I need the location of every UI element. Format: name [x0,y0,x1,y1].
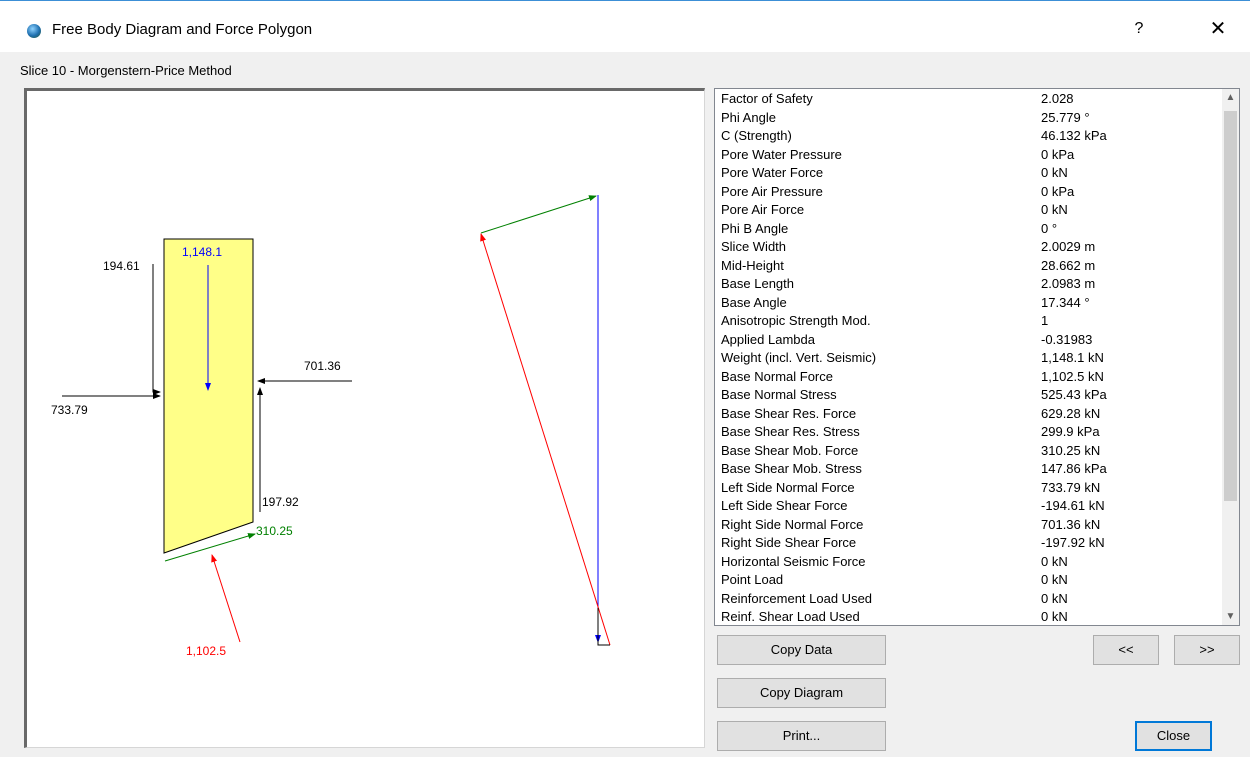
property-value: 0 kN [1041,202,1068,217]
property-label: C (Strength) [721,128,792,143]
property-value: 0 kN [1041,572,1068,587]
property-label: Anisotropic Strength Mod. [721,313,871,328]
window-title: Free Body Diagram and Force Polygon [52,21,313,38]
close-button[interactable]: Close [1135,721,1212,751]
property-label: Pore Air Force [721,202,805,217]
app-globe-icon [27,24,41,38]
property-value: 0 kN [1041,553,1068,569]
property-value: 310.25 kN [1041,442,1101,458]
property-label: Base Normal Force [721,368,833,384]
property-label: Right Side Shear Force [721,535,857,550]
base-normal-arrow [211,554,241,643]
slice-data-list[interactable]: Factor of Safety 2.028 Phi Angle 25.779 ° C … [714,88,1240,626]
slice-method-label: Slice 10 - Morgenstern-Price Method [20,63,232,78]
property-value: 28.662 m [1041,257,1096,273]
copy-diagram-button[interactable]: Copy Diagram [717,678,886,708]
property-label: Pore Air Pressure [721,183,823,199]
property-label: Phi Angle [721,109,776,125]
scroll-thumb[interactable] [1224,111,1237,501]
print-button[interactable]: Print... [717,721,886,751]
property-label: Left Side Shear Force [721,498,848,513]
property-value: 299.9 kPa [1041,424,1100,439]
base-normal-label: 1,102.5 [186,644,226,658]
diagram-panel: 1,148.1 194.61 733.79 701.36 197.92 310.… [24,88,705,748]
property-label: Weight (incl. Vert. Seismic) [721,350,877,365]
property-value: 1,102.5 kN [1041,368,1104,384]
property-value: 1 [1041,313,1049,328]
property-value: 2.0029 m [1041,239,1096,254]
copy-data-button[interactable]: Copy Data [717,635,886,665]
property-value: 17.344 ° [1041,294,1090,310]
property-value: 0 kN [1041,590,1068,606]
property-label: Phi B Angle [721,220,789,236]
left-shear-label: 194.61 [103,259,140,273]
property-value: 46.132 kPa [1041,128,1107,143]
property-value: 0 kN [1041,165,1068,180]
property-value: 1,148.1 kN [1041,350,1104,365]
property-value: -0.31983 [1041,331,1093,347]
property-label: Base Angle [721,294,787,310]
property-label: Factor of Safety [721,91,813,106]
property-label: Base Shear Res. Force [721,405,857,421]
property-label: Pore Water Force [721,165,824,180]
property-value: 0 ° [1041,220,1058,236]
property-label: Base Length [721,276,795,291]
left-normal-label: 733.79 [51,403,88,417]
property-label: Left Side Normal Force [721,479,855,495]
right-shear-label: 197.92 [262,495,299,509]
property-label: Base Shear Mob. Stress [721,461,862,476]
property-value: 0 kN [1041,609,1068,624]
property-value: 0 kPa [1041,183,1075,199]
right-normal-label: 701.36 [304,359,341,373]
property-label: Base Shear Mob. Force [721,442,859,458]
scroll-down-icon[interactable]: ▼ [1222,608,1239,625]
left-shear-arrow [152,264,161,395]
property-label: Point Load [721,572,784,587]
property-value: 2.0983 m [1041,276,1096,291]
property-value: 147.86 kPa [1041,461,1107,476]
vertical-scrollbar[interactable]: ▲ ▼ [1222,89,1239,625]
polygon-normal-line [480,233,611,646]
property-label: Reinforcement Load Used [721,590,873,606]
scroll-up-icon[interactable]: ▲ [1222,89,1239,106]
property-value: 525.43 kPa [1041,387,1107,402]
property-label: Horizontal Seismic Force [721,553,866,569]
property-label: Applied Lambda [721,331,815,347]
property-label: Base Normal Stress [721,387,837,402]
close-window-icon[interactable]: ✕ [1195,13,1241,45]
property-value: 629.28 kN [1041,405,1101,421]
help-button[interactable]: ? [1116,13,1162,45]
property-label: Reinf. Shear Load Used [721,609,860,624]
free-body-diagram: 1,148.1 194.61 733.79 701.36 197.92 310.… [51,195,611,658]
previous-slice-button[interactable]: << [1093,635,1159,665]
property-label: Pore Water Pressure [721,146,842,162]
property-label: Mid-Height [721,257,784,273]
force-polygon [480,195,611,646]
property-value: 25.779 ° [1041,109,1090,125]
property-value: 733.79 kN [1041,479,1101,495]
property-value: -197.92 kN [1041,535,1105,550]
property-value: 2.028 [1041,91,1074,106]
title-bar: Free Body Diagram and Force Polygon ? ✕ [0,0,1250,52]
property-label: Right Side Normal Force [721,516,864,532]
property-value: 0 kPa [1041,146,1075,162]
next-slice-button[interactable]: >> [1174,635,1240,665]
property-value: -194.61 kN [1041,498,1105,513]
polygon-shear-line [480,195,597,234]
base-shear-label: 310.25 [256,524,293,538]
property-label: Base Shear Res. Stress [721,424,860,439]
property-label: Slice Width [721,239,787,254]
property-value: 701.36 kN [1041,516,1101,532]
weight-label: 1,148.1 [182,245,222,259]
